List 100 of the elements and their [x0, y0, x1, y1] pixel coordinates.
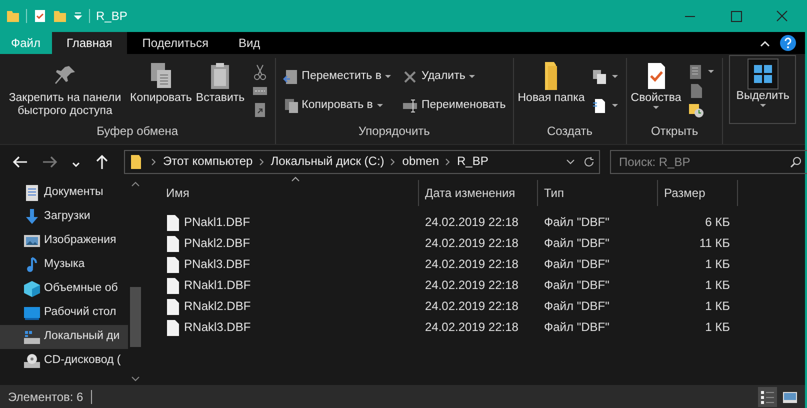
edit-icon	[688, 82, 704, 99]
caret-icon	[610, 74, 619, 79]
scrollbar-thumb[interactable]	[130, 287, 141, 347]
ribbon-button[interactable]: Копировать	[129, 58, 193, 124]
table-cell-text: Файл "DBF"	[543, 278, 610, 293]
table-cell-text: 1 КБ	[704, 320, 731, 335]
caret-icon	[376, 103, 384, 108]
table-cell-text: 24.02.2019 22:18	[424, 320, 520, 335]
caret-icon[interactable]	[566, 158, 575, 164]
breadcrumb[interactable]: obmen	[402, 154, 439, 169]
file-name[interactable]: PNakl3.DBF	[184, 257, 250, 272]
sidebar-item[interactable]: Документы	[0, 181, 128, 205]
delete-icon	[402, 68, 418, 84]
properties-icon[interactable]	[33, 8, 47, 23]
table-cell-text: Файл "DBF"	[543, 236, 610, 251]
ribbon-button[interactable]: Переместить в	[280, 68, 394, 86]
desktop-icon	[24, 305, 40, 321]
item-count: Элементов: 6	[8, 390, 92, 404]
nav-button[interactable]	[94, 154, 110, 170]
documents-icon	[24, 185, 40, 201]
table-cell-text: Файл "DBF"	[543, 320, 610, 335]
nav-button[interactable]	[12, 154, 28, 170]
pictures-icon	[24, 233, 40, 249]
ribbon-button[interactable]: Новая папка	[516, 58, 586, 124]
table-cell-text: 24.02.2019 22:18	[424, 278, 520, 293]
ribbon-tab[interactable]: Главная	[52, 32, 128, 54]
sidebar-item[interactable]: Объемные об	[0, 277, 128, 301]
search-icon	[790, 156, 802, 168]
history-icon	[688, 102, 704, 118]
select-icon	[746, 58, 779, 90]
table-cell-text: 24.02.2019 22:18	[424, 236, 520, 251]
column-header[interactable]: Дата изменения	[418, 180, 537, 206]
address-bar[interactable]: Этот компьютер Локальный диск (C:) obmen R_BP	[124, 150, 600, 174]
ribbon-button[interactable]: Выделить	[729, 55, 796, 124]
table-cell-text: Файл "DBF"	[543, 299, 610, 314]
scroll-down-icon[interactable]	[131, 376, 140, 382]
table-cell-text: 1 КБ	[704, 278, 731, 293]
music-icon	[24, 257, 40, 273]
table-cell-text: 6 КБ	[704, 215, 731, 230]
file-name[interactable]: PNakl1.DBF	[184, 215, 250, 230]
details-view-icon[interactable]	[758, 386, 777, 406]
column-header[interactable]: Тип	[537, 180, 657, 206]
caret-icon	[610, 103, 619, 108]
up-icon	[94, 154, 110, 170]
sidebar-item[interactable]: Музыка	[0, 253, 128, 277]
column-header[interactable]: Имя	[163, 180, 418, 206]
ribbon-button[interactable]: Свойства	[630, 58, 682, 124]
column-header[interactable]: Размер	[657, 180, 737, 206]
file-name[interactable]: PNakl2.DBF	[184, 236, 250, 251]
folder-icon	[545, 62, 558, 90]
table-cell-text: 11 КБ	[698, 236, 731, 251]
caret-icon	[758, 103, 767, 108]
help-icon[interactable]	[779, 34, 797, 52]
window-title: R_BP	[96, 8, 128, 24]
scroll-up-icon[interactable]	[131, 181, 140, 187]
group-label: Открыть	[650, 124, 700, 140]
ribbon-button[interactable]: Переименовать	[400, 96, 508, 114]
table-cell-text: 1 КБ	[704, 299, 731, 314]
breadcrumb[interactable]: Этот компьютер	[163, 154, 253, 169]
group-label: Буфер обмена	[96, 124, 180, 140]
sidebar-item[interactable]: Загрузки	[0, 205, 128, 229]
table-cell-text: 24.02.2019 22:18	[424, 257, 520, 272]
close-icon	[776, 10, 788, 22]
file-icon	[167, 320, 179, 336]
chevron-icon	[258, 156, 265, 166]
caret-icon	[652, 105, 660, 110]
refresh-icon[interactable]	[583, 156, 595, 168]
table-cell-text: 24.02.2019 22:18	[424, 215, 520, 230]
file-icon	[167, 278, 179, 294]
chevron-icon	[445, 156, 451, 166]
cd-drive-icon	[24, 353, 40, 369]
ribbon-tab[interactable]: Вид	[223, 32, 276, 54]
breadcrumb[interactable]: Локальный диск (C:)	[270, 154, 384, 169]
caret-icon	[384, 74, 392, 79]
move-to-icon	[282, 68, 299, 84]
rename-icon	[402, 98, 418, 114]
file-name[interactable]: RNakl1.DBF	[184, 278, 251, 293]
sidebar-item[interactable]: Рабочий стол	[0, 301, 128, 325]
sidebar-item[interactable]: Изображения	[0, 229, 128, 253]
table-cell-text: 24.02.2019 22:18	[424, 299, 520, 314]
drive-icon	[24, 329, 40, 345]
file-name[interactable]: RNakl3.DBF	[184, 320, 251, 335]
chevron-icon	[390, 156, 396, 166]
ribbon-button[interactable]: Закрепить на панели быстрого доступа	[3, 58, 127, 124]
ribbon-button[interactable]: Вставить	[194, 58, 246, 124]
download-icon	[24, 209, 40, 225]
ribbon-tab[interactable]: Поделиться	[127, 32, 224, 54]
chevron-icon	[151, 156, 157, 166]
ribbon-button[interactable]: Копировать в	[280, 96, 394, 114]
sidebar-item[interactable]: Локальный ди	[0, 325, 128, 349]
breadcrumb[interactable]: R_BP	[457, 154, 488, 169]
file-name[interactable]: RNakl2.DBF	[184, 299, 251, 314]
sidebar-item[interactable]: CD-дисковод (	[0, 349, 128, 373]
search-field[interactable]: Поиск: R_BP	[610, 150, 807, 174]
file-icon	[167, 256, 179, 272]
caret-icon	[468, 74, 476, 79]
collapse-ribbon-icon[interactable]	[759, 38, 771, 48]
folder-icon	[6, 8, 20, 23]
file-icon	[167, 214, 179, 230]
ribbon-button[interactable]: Удалить	[400, 68, 508, 86]
